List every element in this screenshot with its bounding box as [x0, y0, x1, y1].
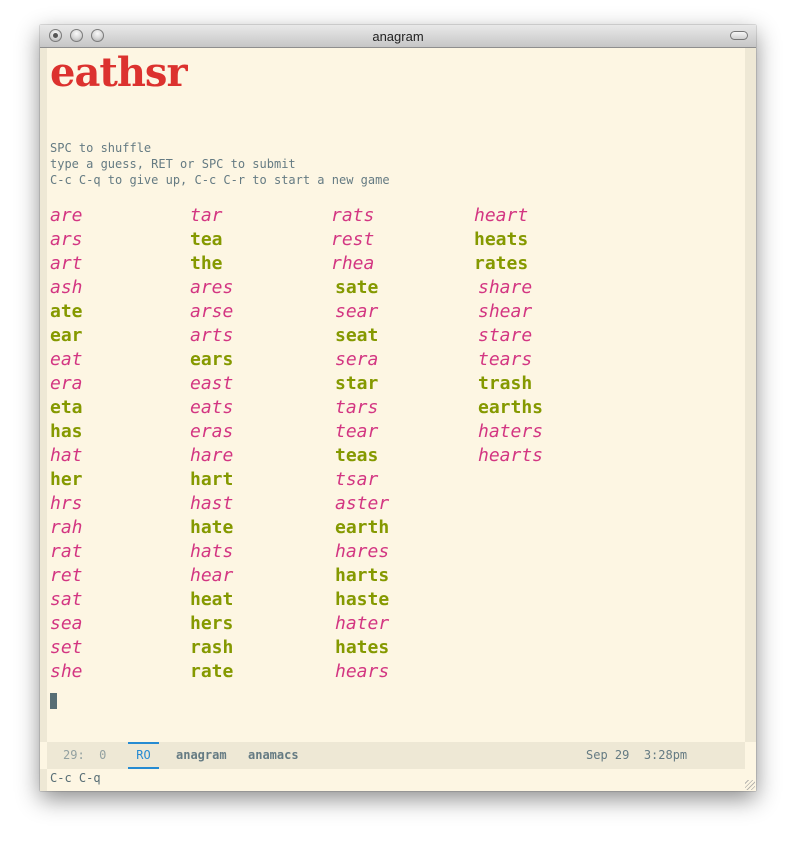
- missing-word: arts: [190, 325, 234, 346]
- window-title: anagram: [372, 29, 424, 44]
- found-word: seat: [335, 325, 379, 346]
- missing-word: hare: [190, 445, 234, 466]
- left-fringe: [40, 48, 47, 742]
- missing-word: art: [50, 253, 83, 274]
- text-cursor: [50, 693, 57, 709]
- buffer-name[interactable]: anagram: [176, 748, 227, 763]
- echo-fringe: [40, 769, 47, 791]
- missing-word: hears: [335, 661, 390, 682]
- found-word: her: [50, 469, 83, 490]
- missing-word: are: [50, 205, 83, 226]
- missing-word: rat: [50, 541, 83, 562]
- title-bar[interactable]: anagram: [40, 25, 756, 48]
- app-window: anagram eathsr SPC to shuffle type a gue…: [40, 25, 756, 791]
- missing-word: sear: [335, 301, 379, 322]
- missing-word: stare: [478, 325, 533, 346]
- missing-word: sat: [50, 589, 83, 610]
- scrambled-letters: eathsr: [50, 49, 188, 96]
- found-word: tea: [190, 229, 223, 250]
- missing-word: east: [190, 373, 234, 394]
- missing-word: arse: [190, 301, 234, 322]
- found-word: hers: [190, 613, 234, 634]
- missing-word: she: [50, 661, 83, 682]
- major-mode[interactable]: anamacs: [248, 748, 299, 763]
- right-fringe: [745, 48, 756, 742]
- missing-word: ash: [50, 277, 83, 298]
- found-word: rate: [190, 661, 234, 682]
- missing-word: rest: [331, 229, 375, 250]
- missing-word: tears: [478, 349, 533, 370]
- missing-word: eats: [190, 397, 234, 418]
- found-word: has: [50, 421, 83, 442]
- missing-word: hast: [190, 493, 234, 514]
- found-word: sate: [335, 277, 379, 298]
- found-word: heat: [190, 589, 234, 610]
- missing-word: sea: [50, 613, 83, 634]
- found-word: hate: [190, 517, 234, 538]
- missing-word: hats: [190, 541, 234, 562]
- missing-word: hrs: [50, 493, 83, 514]
- missing-word: shear: [478, 301, 533, 322]
- missing-word: haters: [478, 421, 544, 442]
- missing-word: tsar: [335, 469, 379, 490]
- missing-word: hater: [335, 613, 390, 634]
- found-word: teas: [335, 445, 379, 466]
- missing-word: tar: [190, 205, 223, 226]
- missing-word: ret: [50, 565, 83, 586]
- missing-word: eras: [190, 421, 234, 442]
- found-word: heats: [474, 229, 529, 250]
- found-word: harts: [335, 565, 390, 586]
- found-word: ate: [50, 301, 83, 322]
- missing-word: tear: [335, 421, 379, 442]
- missing-word: heart: [474, 205, 529, 226]
- emacs-frame: eathsr SPC to shuffle type a guess, RET …: [40, 48, 756, 791]
- found-word: earths: [478, 397, 544, 418]
- missing-word: rats: [331, 205, 375, 226]
- time: 3:28pm: [643, 748, 688, 762]
- missing-word: hearts: [478, 445, 544, 466]
- mode-line: 29: 0 RO anagram anamacs Sep 29 3:28pm: [47, 742, 745, 769]
- resize-grip[interactable]: [745, 780, 755, 790]
- missing-word: sera: [335, 349, 379, 370]
- missing-word: rah: [50, 517, 83, 538]
- found-word: star: [335, 373, 379, 394]
- found-word: rash: [190, 637, 234, 658]
- help-line-give-up: C-c C-q to give up, C-c C-r to start a n…: [50, 173, 390, 187]
- missing-word: share: [478, 277, 533, 298]
- missing-word: ars: [50, 229, 83, 250]
- help-line-shuffle: SPC to shuffle: [50, 141, 152, 155]
- found-word: the: [190, 253, 223, 274]
- read-only-indicator[interactable]: RO: [128, 742, 159, 769]
- cursor-position: 29: 0: [63, 748, 107, 762]
- found-word: trash: [478, 373, 533, 394]
- missing-word: era: [50, 373, 83, 394]
- found-word: haste: [335, 589, 390, 610]
- found-word: hates: [335, 637, 390, 658]
- missing-word: hear: [190, 565, 234, 586]
- missing-word: hares: [335, 541, 390, 562]
- missing-word: eat: [50, 349, 83, 370]
- missing-word: set: [50, 637, 83, 658]
- found-word: ear: [50, 325, 83, 346]
- found-word: earth: [335, 517, 390, 538]
- echo-area: C-c C-q: [50, 771, 101, 785]
- found-word: eta: [50, 397, 83, 418]
- found-word: ears: [190, 349, 234, 370]
- date: Sep 29: [586, 748, 630, 762]
- missing-word: tars: [335, 397, 379, 418]
- toolbar-toggle-button[interactable]: [730, 31, 748, 40]
- date-time: Sep 29 3:28pm: [586, 748, 687, 763]
- found-word: hart: [190, 469, 234, 490]
- missing-word: ares: [190, 277, 234, 298]
- help-line-submit: type a guess, RET or SPC to submit: [50, 157, 296, 171]
- game-buffer[interactable]: eathsr SPC to shuffle type a guess, RET …: [50, 48, 740, 742]
- missing-word: aster: [335, 493, 390, 514]
- found-word: rates: [474, 253, 529, 274]
- missing-word: hat: [50, 445, 83, 466]
- missing-word: rhea: [331, 253, 375, 274]
